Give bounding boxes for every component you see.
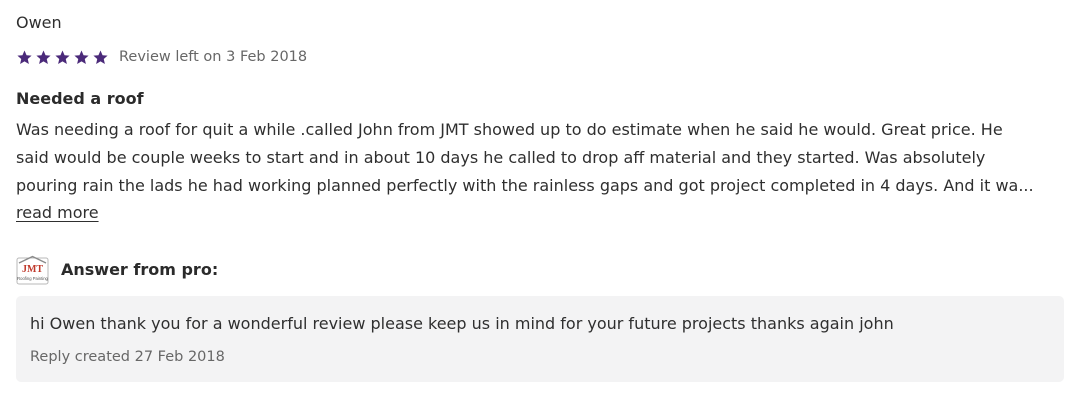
review-date: Review left on 3 Feb 2018 xyxy=(119,49,308,65)
pro-answer-header: JMT Roofing Painting Answer from pro: xyxy=(16,255,218,285)
star-icon xyxy=(93,50,108,64)
rating-row: Review left on 3 Feb 2018 xyxy=(16,45,307,69)
pro-reply-box: hi Owen thank you for a wonderful review… xyxy=(16,296,1064,382)
star-icon xyxy=(17,50,32,64)
review-body: Was needing a roof for quit a while .cal… xyxy=(16,116,1062,200)
star-icon xyxy=(74,50,89,64)
reviewer-name: Owen xyxy=(16,13,62,32)
review-body-line: said would be couple weeks to start and … xyxy=(16,148,986,167)
pro-logo-text: JMT xyxy=(22,264,43,275)
pro-answer-label: Answer from pro: xyxy=(61,260,219,279)
pro-logo-icon: JMT Roofing Painting xyxy=(16,255,49,285)
pro-logo-subtext: Roofing Painting xyxy=(17,276,48,281)
review-title: Needed a roof xyxy=(16,89,144,108)
star-icon xyxy=(36,50,51,64)
star-rating xyxy=(16,49,109,66)
pro-reply-text: hi Owen thank you for a wonderful review… xyxy=(30,314,894,333)
pro-reply-date: Reply created 27 Feb 2018 xyxy=(30,349,225,365)
review-body-line: Was needing a roof for quit a while .cal… xyxy=(16,120,1003,139)
review-body-line: pouring rain the lads he had working pla… xyxy=(16,176,1034,195)
read-more-link[interactable]: read more xyxy=(16,201,99,225)
star-icon xyxy=(55,50,70,64)
